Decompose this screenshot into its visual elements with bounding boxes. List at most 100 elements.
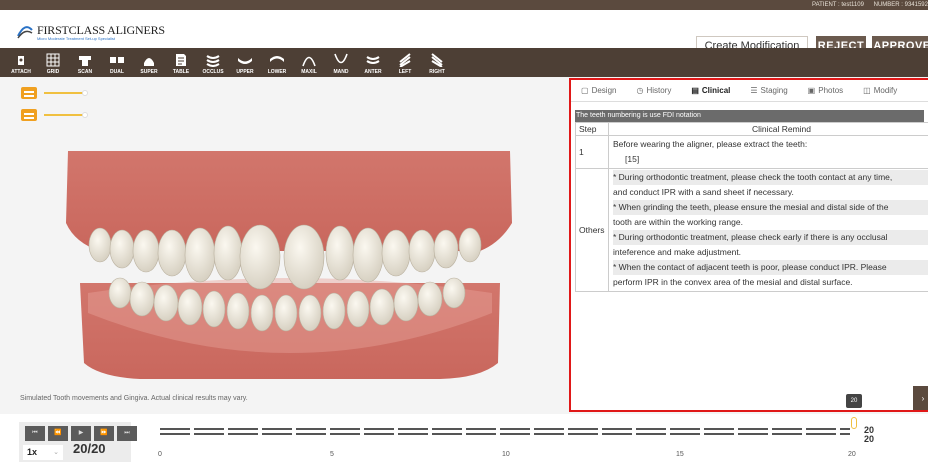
upper-jaw-toggle[interactable] <box>21 87 37 99</box>
previous-stage-button[interactable]: ⏪ <box>48 426 68 441</box>
remind-line: and conduct IPR with a sand sheet if nec… <box>613 187 794 197</box>
case-number-label: NUMBER : 9341592 <box>873 2 928 8</box>
tab-clinical[interactable]: ▤ Clinical <box>681 80 740 101</box>
tab-modify[interactable]: ◫ Modify <box>853 80 907 101</box>
tab-label: Photos <box>818 86 844 95</box>
table-icon <box>176 54 186 66</box>
remind-line: tooth are within the working range. <box>613 217 743 227</box>
remind-line: [15] <box>625 154 640 164</box>
tab-design[interactable]: ▢ Design <box>571 80 626 101</box>
tab-photos[interactable]: ▣ Photos <box>798 80 853 101</box>
left-view-icon <box>399 53 411 67</box>
dental-model-render[interactable] <box>60 143 520 383</box>
upper-opacity-handle[interactable] <box>82 90 88 96</box>
remind-line: * During orthodontic treatment, please c… <box>613 170 928 185</box>
playback-controls: ⏮ ⏪ ▶ ⏩ ⏭ 1x ⌄ 20/20 <box>19 422 137 462</box>
toolbar-occlus-button[interactable]: OCCLUS <box>200 48 226 77</box>
chevron-right-icon: › <box>921 394 925 403</box>
step-column-header: Step <box>575 122 609 136</box>
skip-back-icon: ⏮ <box>32 430 38 436</box>
toolbar-label: OCCLUS <box>202 69 224 75</box>
lower-jaw-toggle[interactable] <box>21 109 37 121</box>
last-stage-button[interactable]: ⏭ <box>117 426 137 441</box>
tab-history[interactable]: ◷ History <box>626 80 681 101</box>
remind-line: Before wearing the aligner, please extra… <box>613 139 808 149</box>
staging-tab-icon: ☰ <box>750 86 758 95</box>
toolbar-maxil-button[interactable]: MAXIL <box>296 48 322 77</box>
upper-icon <box>238 58 252 64</box>
toolbar-label: MAXIL <box>301 69 317 75</box>
rewind-icon: ⏪ <box>54 430 62 436</box>
design-tab-icon: ▢ <box>581 86 589 95</box>
timeline-tick: 5 <box>330 451 334 458</box>
tab-label: Clinical <box>701 86 731 95</box>
panel-next-button[interactable]: › <box>913 386 928 410</box>
play-button[interactable]: ▶ <box>71 426 91 441</box>
occlusion-icon <box>206 55 220 67</box>
timeline-tick: 0 <box>158 451 162 458</box>
toolbar-upper-button[interactable]: UPPER <box>232 48 258 77</box>
chevron-down-icon: ⌄ <box>53 449 59 456</box>
toolbar-label: MAND <box>333 69 349 75</box>
timeline-tick: 10 <box>502 451 510 458</box>
table-header-row: Step Clinical Remind <box>575 122 928 136</box>
tab-label: Modify <box>873 86 898 95</box>
first-stage-button[interactable]: ⏮ <box>25 426 45 441</box>
lower-stage-count: 20 <box>864 434 875 444</box>
grid-icon <box>46 53 60 67</box>
toolbar-right-button[interactable]: RIGHT <box>424 48 450 77</box>
dual-icon <box>110 57 124 63</box>
lower-opacity-handle[interactable] <box>82 112 88 118</box>
next-stage-button[interactable]: ⏩ <box>94 426 114 441</box>
toolbar-label: ANTER <box>364 69 382 75</box>
top-status-bar: PATIENT : test1109 NUMBER : 9341592 <box>0 0 928 10</box>
toolbar-label: SUPER <box>140 69 158 75</box>
scan-icon <box>79 56 91 66</box>
clinical-panel: ▢ Design ◷ History ▤ Clinical ☰ Staging ▣ Photos ◫… <box>569 78 928 412</box>
toolbar-mand-button[interactable]: MAND <box>328 48 354 77</box>
play-icon: ▶ <box>78 430 84 436</box>
timeline-tick: 15 <box>676 451 684 458</box>
lower-jaw-icon <box>24 113 34 119</box>
right-view-icon <box>431 53 443 67</box>
maxillary-icon <box>302 56 316 67</box>
toolbar-attach-button[interactable]: ATTACH <box>8 48 34 77</box>
clinical-remind-table: Step Clinical Remind 1 Before wearing th… <box>575 122 928 292</box>
toolbar-anter-button[interactable]: ANTER <box>360 48 386 77</box>
table-row: Others * During orthodontic treatment, p… <box>575 168 928 292</box>
app-header: FIRSTCLASS ALIGNERS Micro Moderate Treat… <box>0 10 928 56</box>
toolbar-label: RIGHT <box>429 69 445 75</box>
photos-tab-icon: ▣ <box>807 86 816 95</box>
stage-counter: 20/20 <box>73 441 106 456</box>
anterior-icon <box>366 56 380 64</box>
toolbar-dual-button[interactable]: DUAL <box>104 48 130 77</box>
toolbar-label: SCAN <box>77 69 93 75</box>
stage-badge: 20 <box>846 394 862 408</box>
brand-logo: FIRSTCLASS ALIGNERS Micro Moderate Treat… <box>16 24 165 42</box>
tab-staging[interactable]: ☰ Staging <box>740 80 797 101</box>
toolbar-grid-button[interactable]: GRID <box>40 48 66 77</box>
toolbar-super-button[interactable]: SUPER <box>136 48 162 77</box>
upper-opacity-slider[interactable] <box>44 92 84 94</box>
step-cell: 1 <box>575 135 609 169</box>
panel-tabs: ▢ Design ◷ History ▤ Clinical ☰ Staging ▣ Photos ◫… <box>571 80 928 102</box>
toolbar-label: ATTACH <box>11 69 31 75</box>
brand-name: FIRSTCLASS ALIGNERS <box>37 23 165 37</box>
super-icon <box>144 58 154 66</box>
lower-stage-track <box>160 433 850 435</box>
toolbar-lower-button[interactable]: LOWER <box>264 48 290 77</box>
speed-select[interactable]: 1x ⌄ <box>23 445 63 460</box>
step-cell: Others <box>575 168 609 292</box>
toolbar-left-button[interactable]: LEFT <box>392 48 418 77</box>
aligner-logo-icon <box>17 26 33 39</box>
lower-icon <box>270 56 284 62</box>
toolbar-table-button[interactable]: TABLE <box>168 48 194 77</box>
simulation-disclaimer: Simulated Tooth movements and Gingiva. A… <box>20 395 248 402</box>
lower-opacity-slider[interactable] <box>44 114 84 116</box>
toolbar-label: UPPER <box>236 69 254 75</box>
toolbar-scan-button[interactable]: SCAN <box>72 48 98 77</box>
remind-line: * When the contact of adjacent teeth is … <box>613 260 928 275</box>
upper-jaw-icon <box>24 91 34 97</box>
stage-timeline[interactable] <box>160 428 850 438</box>
timeline-handle[interactable] <box>851 417 857 429</box>
